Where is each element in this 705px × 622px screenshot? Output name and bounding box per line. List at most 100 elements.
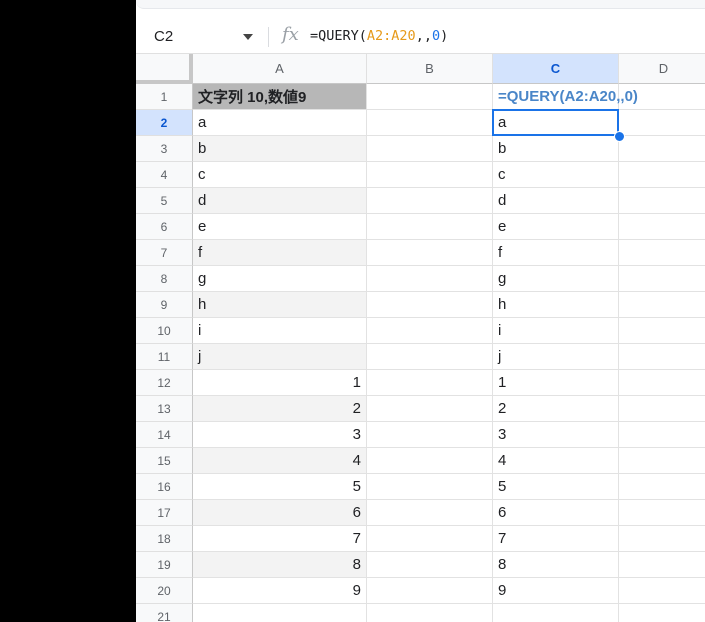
row-header-6[interactable]: 6	[136, 214, 193, 240]
cell-b4[interactable]	[367, 162, 493, 188]
cell-c4[interactable]: c	[493, 162, 619, 188]
fill-handle[interactable]	[614, 131, 625, 142]
cell-d9[interactable]	[619, 292, 705, 318]
row-header-14[interactable]: 14	[136, 422, 193, 448]
cell-d15[interactable]	[619, 448, 705, 474]
cell-b10[interactable]	[367, 318, 493, 344]
cell-c18[interactable]: 7	[493, 526, 619, 552]
cell-c8[interactable]: g	[493, 266, 619, 292]
row-header-13[interactable]: 13	[136, 396, 193, 422]
cell-b14[interactable]	[367, 422, 493, 448]
cell-d1[interactable]	[619, 84, 705, 110]
cell-b12[interactable]	[367, 370, 493, 396]
cell-b20[interactable]	[367, 578, 493, 604]
cell-d16[interactable]	[619, 474, 705, 500]
cell-c12[interactable]: 1	[493, 370, 619, 396]
cell-c3[interactable]: b	[493, 136, 619, 162]
cell-c9[interactable]: h	[493, 292, 619, 318]
cell-d5[interactable]	[619, 188, 705, 214]
row-header-1[interactable]: 1	[136, 84, 193, 110]
row-header-5[interactable]: 5	[136, 188, 193, 214]
row-header-4[interactable]: 4	[136, 162, 193, 188]
cell-a15[interactable]: 4	[193, 448, 367, 474]
cell-b16[interactable]	[367, 474, 493, 500]
row-header-20[interactable]: 20	[136, 578, 193, 604]
row-header-9[interactable]: 9	[136, 292, 193, 318]
cell-d18[interactable]	[619, 526, 705, 552]
row-header-15[interactable]: 15	[136, 448, 193, 474]
row-header-8[interactable]: 8	[136, 266, 193, 292]
cell-c20[interactable]: 9	[493, 578, 619, 604]
column-header-a[interactable]: A	[193, 54, 367, 84]
cell-a12[interactable]: 1	[193, 370, 367, 396]
row-header-17[interactable]: 17	[136, 500, 193, 526]
cell-d6[interactable]	[619, 214, 705, 240]
cell-b13[interactable]	[367, 396, 493, 422]
cell-c11[interactable]: j	[493, 344, 619, 370]
cell-c16[interactable]: 5	[493, 474, 619, 500]
row-header-10[interactable]: 10	[136, 318, 193, 344]
cell-a16[interactable]: 5	[193, 474, 367, 500]
cell-d21[interactable]	[619, 604, 705, 622]
cell-a14[interactable]: 3	[193, 422, 367, 448]
cell-b3[interactable]	[367, 136, 493, 162]
cell-a11[interactable]: j	[193, 344, 367, 370]
cell-b19[interactable]	[367, 552, 493, 578]
cell-d11[interactable]	[619, 344, 705, 370]
cell-a6[interactable]: e	[193, 214, 367, 240]
cell-c17[interactable]: 6	[493, 500, 619, 526]
name-box-dropdown-icon[interactable]	[243, 34, 253, 40]
cell-a8[interactable]: g	[193, 266, 367, 292]
cell-d12[interactable]	[619, 370, 705, 396]
cell-b9[interactable]	[367, 292, 493, 318]
row-header-16[interactable]: 16	[136, 474, 193, 500]
cell-d17[interactable]	[619, 500, 705, 526]
cell-a4[interactable]: c	[193, 162, 367, 188]
cell-a5[interactable]: d	[193, 188, 367, 214]
cell-c14[interactable]: 3	[493, 422, 619, 448]
cell-c13[interactable]: 2	[493, 396, 619, 422]
column-header-c[interactable]: C	[493, 54, 619, 84]
cell-c7[interactable]: f	[493, 240, 619, 266]
row-header-18[interactable]: 18	[136, 526, 193, 552]
formula-input[interactable]: =QUERY(A2:A20,,0)	[310, 28, 448, 44]
row-header-3[interactable]: 3	[136, 136, 193, 162]
cell-b2[interactable]	[367, 110, 493, 136]
column-header-b[interactable]: B	[367, 54, 493, 84]
cell-c5[interactable]: d	[493, 188, 619, 214]
cell-a13[interactable]: 2	[193, 396, 367, 422]
name-box[interactable]: C2	[154, 28, 173, 45]
cell-d20[interactable]	[619, 578, 705, 604]
row-header-19[interactable]: 19	[136, 552, 193, 578]
cell-c10[interactable]: i	[493, 318, 619, 344]
cell-b15[interactable]	[367, 448, 493, 474]
cell-b17[interactable]	[367, 500, 493, 526]
cell-a18[interactable]: 7	[193, 526, 367, 552]
cell-b5[interactable]	[367, 188, 493, 214]
cell-d19[interactable]	[619, 552, 705, 578]
row-header-12[interactable]: 12	[136, 370, 193, 396]
row-header-11[interactable]: 11	[136, 344, 193, 370]
cell-a21[interactable]	[193, 604, 367, 622]
cell-a17[interactable]: 6	[193, 500, 367, 526]
cell-a1[interactable]: 文字列 10,数値9	[193, 84, 367, 110]
cell-a10[interactable]: i	[193, 318, 367, 344]
cell-b8[interactable]	[367, 266, 493, 292]
cell-a19[interactable]: 8	[193, 552, 367, 578]
cell-d10[interactable]	[619, 318, 705, 344]
cell-a9[interactable]: h	[193, 292, 367, 318]
cell-a3[interactable]: b	[193, 136, 367, 162]
row-header-2[interactable]: 2	[136, 110, 193, 136]
cell-c19[interactable]: 8	[493, 552, 619, 578]
cell-b6[interactable]	[367, 214, 493, 240]
cell-d8[interactable]	[619, 266, 705, 292]
select-all-corner[interactable]	[136, 54, 193, 84]
cell-c6[interactable]: e	[493, 214, 619, 240]
column-header-d[interactable]: D	[619, 54, 705, 84]
cell-b18[interactable]	[367, 526, 493, 552]
cell-b21[interactable]	[367, 604, 493, 622]
cell-c21[interactable]	[493, 604, 619, 622]
row-header-21[interactable]: 21	[136, 604, 193, 622]
cell-d13[interactable]	[619, 396, 705, 422]
cell-a2[interactable]: a	[193, 110, 367, 136]
